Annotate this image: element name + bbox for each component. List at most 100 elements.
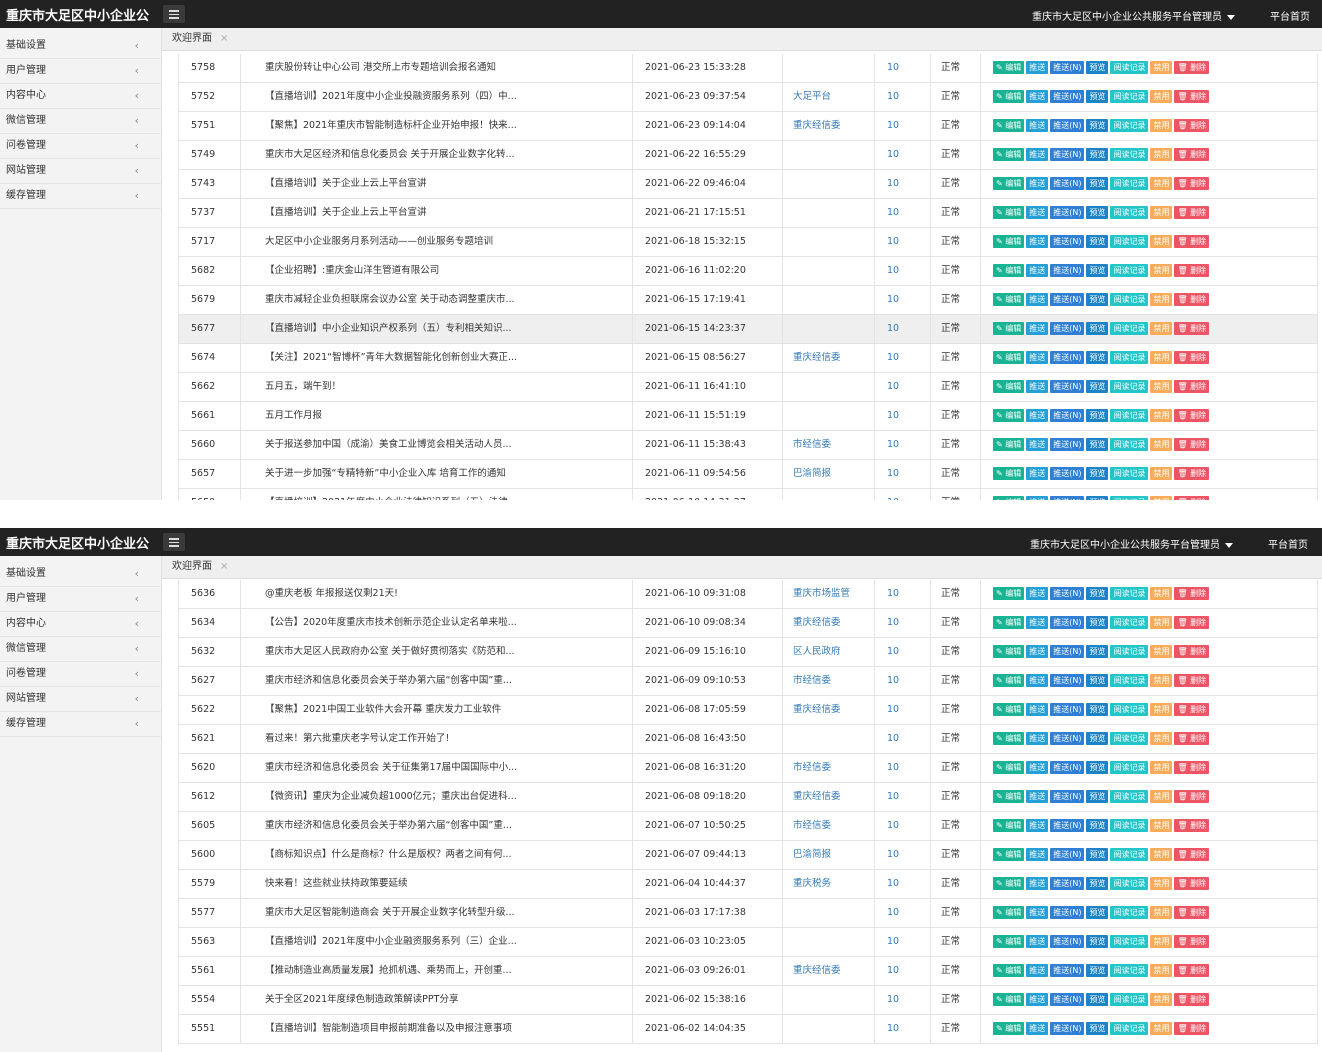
push-n-button[interactable]: 推送(N) bbox=[1050, 148, 1085, 161]
delete-button[interactable]: 🗑 删除 bbox=[1174, 761, 1210, 774]
read-records-button[interactable]: 阅读记录 bbox=[1110, 877, 1149, 890]
disable-button[interactable]: 禁用 bbox=[1150, 993, 1173, 1006]
sidebar-item[interactable]: 网站管理 ‹ bbox=[0, 687, 161, 712]
row-source[interactable] bbox=[783, 54, 875, 82]
disable-button[interactable]: 禁用 bbox=[1150, 206, 1173, 219]
preview-button[interactable]: 预览 bbox=[1086, 235, 1109, 248]
preview-button[interactable]: 预览 bbox=[1086, 293, 1109, 306]
delete-button[interactable]: 🗑 删除 bbox=[1174, 61, 1210, 74]
push-n-button[interactable]: 推送(N) bbox=[1050, 616, 1085, 629]
push-button[interactable]: 推送 bbox=[1026, 206, 1049, 219]
push-button[interactable]: 推送 bbox=[1026, 119, 1049, 132]
edit-button[interactable]: ✎ 编辑 bbox=[993, 322, 1025, 335]
read-records-button[interactable]: 阅读记录 bbox=[1110, 61, 1149, 74]
row-source[interactable]: 重庆经信委 bbox=[783, 957, 875, 985]
push-n-button[interactable]: 推送(N) bbox=[1050, 177, 1085, 190]
push-n-button[interactable]: 推送(N) bbox=[1050, 761, 1085, 774]
sidebar-item[interactable]: 缓存管理 ‹ bbox=[0, 712, 161, 737]
push-button[interactable]: 推送 bbox=[1026, 467, 1049, 480]
edit-button[interactable]: ✎ 编辑 bbox=[993, 351, 1025, 364]
push-n-button[interactable]: 推送(N) bbox=[1050, 645, 1085, 658]
sidebar-item[interactable]: 用户管理 ‹ bbox=[0, 59, 161, 84]
read-records-button[interactable]: 阅读记录 bbox=[1110, 1022, 1149, 1035]
row-source[interactable]: 巴渝简报 bbox=[783, 460, 875, 488]
delete-button[interactable]: 🗑 删除 bbox=[1174, 732, 1210, 745]
push-n-button[interactable]: 推送(N) bbox=[1050, 293, 1085, 306]
home-link[interactable]: 平台首页 bbox=[1268, 536, 1308, 551]
preview-button[interactable]: 预览 bbox=[1086, 964, 1109, 977]
row-count[interactable]: 10 bbox=[875, 899, 931, 927]
sidebar-item[interactable]: 网站管理 ‹ bbox=[0, 159, 161, 184]
user-menu[interactable]: 重庆市大足区中小企业公共服务平台管理员 bbox=[1030, 536, 1233, 551]
row-source[interactable] bbox=[783, 199, 875, 227]
push-button[interactable]: 推送 bbox=[1026, 993, 1049, 1006]
push-n-button[interactable]: 推送(N) bbox=[1050, 235, 1085, 248]
push-n-button[interactable]: 推送(N) bbox=[1050, 380, 1085, 393]
edit-button[interactable]: ✎ 编辑 bbox=[993, 148, 1025, 161]
edit-button[interactable]: ✎ 编辑 bbox=[993, 264, 1025, 277]
sidebar-item[interactable]: 问卷管理 ‹ bbox=[0, 134, 161, 159]
row-count[interactable]: 10 bbox=[875, 696, 931, 724]
delete-button[interactable]: 🗑 删除 bbox=[1174, 322, 1210, 335]
sidebar-item[interactable]: 内容中心 ‹ bbox=[0, 84, 161, 109]
read-records-button[interactable]: 阅读记录 bbox=[1110, 119, 1149, 132]
push-button[interactable]: 推送 bbox=[1026, 409, 1049, 422]
delete-button[interactable]: 🗑 删除 bbox=[1174, 790, 1210, 803]
push-button[interactable]: 推送 bbox=[1026, 587, 1049, 600]
preview-button[interactable]: 预览 bbox=[1086, 674, 1109, 687]
push-button[interactable]: 推送 bbox=[1026, 819, 1049, 832]
row-source[interactable]: 区人民政府 bbox=[783, 638, 875, 666]
edit-button[interactable]: ✎ 编辑 bbox=[993, 380, 1025, 393]
preview-button[interactable]: 预览 bbox=[1086, 380, 1109, 393]
preview-button[interactable]: 预览 bbox=[1086, 732, 1109, 745]
delete-button[interactable]: 🗑 删除 bbox=[1174, 587, 1210, 600]
edit-button[interactable]: ✎ 编辑 bbox=[993, 61, 1025, 74]
row-source[interactable] bbox=[783, 402, 875, 430]
row-count[interactable]: 10 bbox=[875, 870, 931, 898]
edit-button[interactable]: ✎ 编辑 bbox=[993, 467, 1025, 480]
row-count[interactable]: 10 bbox=[875, 812, 931, 840]
read-records-button[interactable]: 阅读记录 bbox=[1110, 467, 1149, 480]
disable-button[interactable]: 禁用 bbox=[1150, 587, 1173, 600]
preview-button[interactable]: 预览 bbox=[1086, 322, 1109, 335]
read-records-button[interactable]: 阅读记录 bbox=[1110, 322, 1149, 335]
row-source[interactable] bbox=[783, 899, 875, 927]
edit-button[interactable]: ✎ 编辑 bbox=[993, 206, 1025, 219]
row-count[interactable]: 10 bbox=[875, 841, 931, 869]
preview-button[interactable]: 预览 bbox=[1086, 61, 1109, 74]
preview-button[interactable]: 预览 bbox=[1086, 703, 1109, 716]
delete-button[interactable]: 🗑 删除 bbox=[1174, 645, 1210, 658]
preview-button[interactable]: 预览 bbox=[1086, 761, 1109, 774]
push-n-button[interactable]: 推送(N) bbox=[1050, 351, 1085, 364]
menu-toggle-button[interactable] bbox=[163, 5, 185, 23]
preview-button[interactable]: 预览 bbox=[1086, 848, 1109, 861]
disable-button[interactable]: 禁用 bbox=[1150, 264, 1173, 277]
row-source[interactable] bbox=[783, 286, 875, 314]
read-records-button[interactable]: 阅读记录 bbox=[1110, 616, 1149, 629]
preview-button[interactable]: 预览 bbox=[1086, 206, 1109, 219]
disable-button[interactable]: 禁用 bbox=[1150, 819, 1173, 832]
read-records-button[interactable]: 阅读记录 bbox=[1110, 761, 1149, 774]
read-records-button[interactable]: 阅读记录 bbox=[1110, 496, 1149, 500]
push-button[interactable]: 推送 bbox=[1026, 61, 1049, 74]
row-count[interactable]: 10 bbox=[875, 460, 931, 488]
row-count[interactable]: 10 bbox=[875, 257, 931, 285]
disable-button[interactable]: 禁用 bbox=[1150, 877, 1173, 890]
preview-button[interactable]: 预览 bbox=[1086, 409, 1109, 422]
row-count[interactable]: 10 bbox=[875, 638, 931, 666]
tab-welcome[interactable]: 欢迎界面 × bbox=[172, 28, 228, 50]
sidebar-item[interactable]: 用户管理 ‹ bbox=[0, 587, 161, 612]
preview-button[interactable]: 预览 bbox=[1086, 616, 1109, 629]
push-button[interactable]: 推送 bbox=[1026, 616, 1049, 629]
menu-toggle-button[interactable] bbox=[163, 533, 185, 551]
push-button[interactable]: 推送 bbox=[1026, 674, 1049, 687]
disable-button[interactable]: 禁用 bbox=[1150, 467, 1173, 480]
push-button[interactable]: 推送 bbox=[1026, 906, 1049, 919]
row-source[interactable] bbox=[783, 986, 875, 1014]
edit-button[interactable]: ✎ 编辑 bbox=[993, 293, 1025, 306]
row-count[interactable]: 10 bbox=[875, 580, 931, 608]
push-n-button[interactable]: 推送(N) bbox=[1050, 877, 1085, 890]
push-n-button[interactable]: 推送(N) bbox=[1050, 90, 1085, 103]
push-button[interactable]: 推送 bbox=[1026, 293, 1049, 306]
read-records-button[interactable]: 阅读记录 bbox=[1110, 645, 1149, 658]
